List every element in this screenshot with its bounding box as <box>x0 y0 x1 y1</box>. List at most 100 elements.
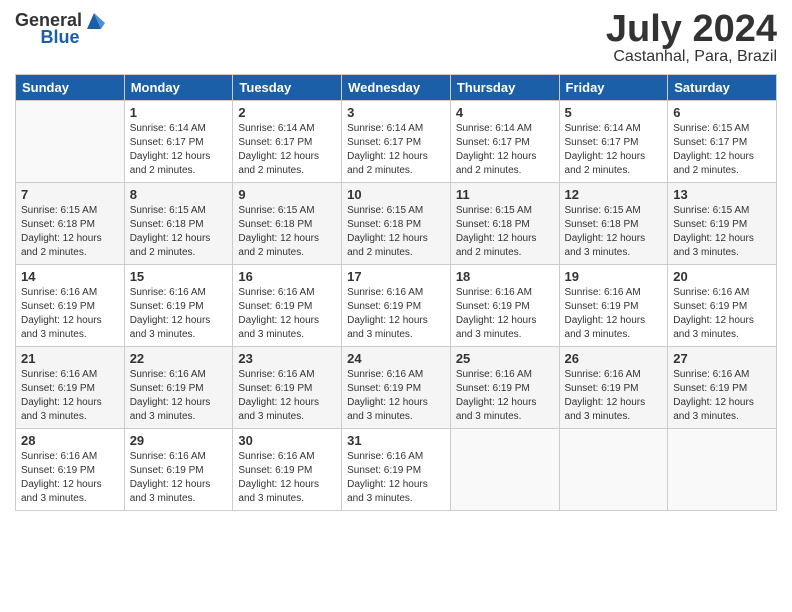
day-info: Sunrise: 6:16 AM Sunset: 6:19 PM Dayligh… <box>565 368 663 424</box>
day-number: 3 <box>347 105 445 120</box>
day-info: Sunrise: 6:16 AM Sunset: 6:19 PM Dayligh… <box>565 286 663 342</box>
calendar-cell: 5Sunrise: 6:14 AM Sunset: 6:17 PM Daylig… <box>559 101 668 183</box>
day-info: Sunrise: 6:15 AM Sunset: 6:18 PM Dayligh… <box>565 204 663 260</box>
day-info: Sunrise: 6:16 AM Sunset: 6:19 PM Dayligh… <box>456 368 554 424</box>
col-saturday: Saturday <box>668 75 777 101</box>
day-info: Sunrise: 6:16 AM Sunset: 6:19 PM Dayligh… <box>21 368 119 424</box>
logo-text-blue: Blue <box>41 27 80 48</box>
calendar-cell: 21Sunrise: 6:16 AM Sunset: 6:19 PM Dayli… <box>16 347 125 429</box>
calendar-cell: 31 Sunrise: 6:16 AM Sunset: 6:19 PM Dayli… <box>342 429 451 511</box>
day-number: 14 <box>21 269 119 284</box>
day-info: Sunrise: 6:16 AM Sunset: 6:19 PM Dayligh… <box>21 450 119 506</box>
calendar-cell: 10Sunrise: 6:15 AM Sunset: 6:18 PM Dayli… <box>342 183 451 265</box>
day-info: Sunrise: 6:16 AM Sunset: 6:19 PM Dayligh… <box>347 368 445 424</box>
day-number: 28 <box>21 433 119 448</box>
page-container: General Blue July 2024 Castanhal, Para, … <box>0 0 792 521</box>
header: General Blue July 2024 Castanhal, Para, … <box>15 10 777 66</box>
calendar-cell: 20 Sunrise: 6:16 AM Sunset: 6:19 PM Dayli… <box>668 265 777 347</box>
calendar-cell: 22Sunrise: 6:16 AM Sunset: 6:19 PM Dayli… <box>124 347 233 429</box>
col-monday: Monday <box>124 75 233 101</box>
day-number: 27 <box>673 351 771 366</box>
col-thursday: Thursday <box>450 75 559 101</box>
day-number: 9 <box>238 187 336 202</box>
col-sunday: Sunday <box>16 75 125 101</box>
calendar-cell: 14 Sunrise: 6:16 AM Sunset: 6:19 PM Dayli… <box>16 265 125 347</box>
day-info: Sunrise: 6:15 AM Sunset: 6:19 PM Dayligh… <box>673 204 771 260</box>
day-info: Sunrise: 6:16 AM Sunset: 6:19 PM Dayligh… <box>347 450 445 506</box>
calendar-cell: 8 Sunrise: 6:15 AM Sunset: 6:18 PM Daylig… <box>124 183 233 265</box>
calendar-week-2: 7 Sunrise: 6:15 AM Sunset: 6:18 PM Daylig… <box>16 183 777 265</box>
logo: General Blue <box>15 10 105 48</box>
calendar-cell: 30 Sunrise: 6:16 AM Sunset: 6:19 PM Dayli… <box>233 429 342 511</box>
day-number: 12 <box>565 187 663 202</box>
calendar-week-3: 14 Sunrise: 6:16 AM Sunset: 6:19 PM Dayli… <box>16 265 777 347</box>
day-info: Sunrise: 6:16 AM Sunset: 6:19 PM Dayligh… <box>456 286 554 342</box>
day-info: Sunrise: 6:14 AM Sunset: 6:17 PM Dayligh… <box>347 122 445 178</box>
calendar-cell: 9 Sunrise: 6:15 AM Sunset: 6:18 PM Daylig… <box>233 183 342 265</box>
calendar-cell: 12 Sunrise: 6:15 AM Sunset: 6:18 PM Dayli… <box>559 183 668 265</box>
calendar-cell: 2Sunrise: 6:14 AM Sunset: 6:17 PM Daylig… <box>233 101 342 183</box>
calendar-cell: 18 Sunrise: 6:16 AM Sunset: 6:19 PM Dayli… <box>450 265 559 347</box>
day-number: 13 <box>673 187 771 202</box>
calendar-cell: 13 Sunrise: 6:15 AM Sunset: 6:19 PM Dayli… <box>668 183 777 265</box>
calendar-cell: 7 Sunrise: 6:15 AM Sunset: 6:18 PM Daylig… <box>16 183 125 265</box>
calendar-cell: 1 Sunrise: 6:14 AM Sunset: 6:17 PM Daylig… <box>124 101 233 183</box>
day-number: 18 <box>456 269 554 284</box>
day-number: 31 <box>347 433 445 448</box>
day-number: 17 <box>347 269 445 284</box>
day-number: 26 <box>565 351 663 366</box>
logo-icon <box>83 11 105 31</box>
calendar-cell: 23 Sunrise: 6:16 AM Sunset: 6:19 PM Dayli… <box>233 347 342 429</box>
day-number: 16 <box>238 269 336 284</box>
calendar-cell <box>559 429 668 511</box>
calendar-cell: 25 Sunrise: 6:16 AM Sunset: 6:19 PM Dayli… <box>450 347 559 429</box>
day-info: Sunrise: 6:16 AM Sunset: 6:19 PM Dayligh… <box>130 450 228 506</box>
calendar-cell: 17Sunrise: 6:16 AM Sunset: 6:19 PM Dayli… <box>342 265 451 347</box>
header-row: Sunday Monday Tuesday Wednesday Thursday… <box>16 75 777 101</box>
day-number: 25 <box>456 351 554 366</box>
day-info: Sunrise: 6:15 AM Sunset: 6:18 PM Dayligh… <box>238 204 336 260</box>
day-number: 2 <box>238 105 336 120</box>
calendar-cell: 19Sunrise: 6:16 AM Sunset: 6:19 PM Dayli… <box>559 265 668 347</box>
calendar-cell: 3 Sunrise: 6:14 AM Sunset: 6:17 PM Daylig… <box>342 101 451 183</box>
day-info: Sunrise: 6:16 AM Sunset: 6:19 PM Dayligh… <box>21 286 119 342</box>
day-number: 22 <box>130 351 228 366</box>
day-info: Sunrise: 6:16 AM Sunset: 6:19 PM Dayligh… <box>238 286 336 342</box>
calendar-cell: 29 Sunrise: 6:16 AM Sunset: 6:19 PM Dayli… <box>124 429 233 511</box>
calendar-table: Sunday Monday Tuesday Wednesday Thursday… <box>15 74 777 511</box>
day-number: 1 <box>130 105 228 120</box>
col-wednesday: Wednesday <box>342 75 451 101</box>
calendar-cell <box>450 429 559 511</box>
day-info: Sunrise: 6:16 AM Sunset: 6:19 PM Dayligh… <box>673 286 771 342</box>
day-number: 29 <box>130 433 228 448</box>
calendar-cell <box>668 429 777 511</box>
month-title: July 2024 <box>606 10 777 48</box>
day-info: Sunrise: 6:16 AM Sunset: 6:19 PM Dayligh… <box>238 450 336 506</box>
calendar-cell: 24 Sunrise: 6:16 AM Sunset: 6:19 PM Dayli… <box>342 347 451 429</box>
calendar-cell: 27Sunrise: 6:16 AM Sunset: 6:19 PM Dayli… <box>668 347 777 429</box>
col-tuesday: Tuesday <box>233 75 342 101</box>
day-info: Sunrise: 6:14 AM Sunset: 6:17 PM Dayligh… <box>130 122 228 178</box>
day-number: 8 <box>130 187 228 202</box>
calendar-cell: 16 Sunrise: 6:16 AM Sunset: 6:19 PM Dayli… <box>233 265 342 347</box>
day-number: 15 <box>130 269 228 284</box>
day-info: Sunrise: 6:15 AM Sunset: 6:18 PM Dayligh… <box>347 204 445 260</box>
day-number: 7 <box>21 187 119 202</box>
col-friday: Friday <box>559 75 668 101</box>
day-info: Sunrise: 6:16 AM Sunset: 6:19 PM Dayligh… <box>238 368 336 424</box>
day-number: 24 <box>347 351 445 366</box>
day-number: 20 <box>673 269 771 284</box>
calendar-cell: 26 Sunrise: 6:16 AM Sunset: 6:19 PM Dayli… <box>559 347 668 429</box>
day-number: 6 <box>673 105 771 120</box>
day-info: Sunrise: 6:15 AM Sunset: 6:18 PM Dayligh… <box>21 204 119 260</box>
location-title: Castanhal, Para, Brazil <box>606 48 777 66</box>
day-number: 30 <box>238 433 336 448</box>
day-info: Sunrise: 6:15 AM Sunset: 6:17 PM Dayligh… <box>673 122 771 178</box>
calendar-week-4: 21Sunrise: 6:16 AM Sunset: 6:19 PM Dayli… <box>16 347 777 429</box>
day-info: Sunrise: 6:14 AM Sunset: 6:17 PM Dayligh… <box>456 122 554 178</box>
day-info: Sunrise: 6:15 AM Sunset: 6:18 PM Dayligh… <box>130 204 228 260</box>
calendar-cell: 11Sunrise: 6:15 AM Sunset: 6:18 PM Dayli… <box>450 183 559 265</box>
day-number: 23 <box>238 351 336 366</box>
title-area: July 2024 Castanhal, Para, Brazil <box>606 10 777 66</box>
calendar-cell: 6 Sunrise: 6:15 AM Sunset: 6:17 PM Daylig… <box>668 101 777 183</box>
